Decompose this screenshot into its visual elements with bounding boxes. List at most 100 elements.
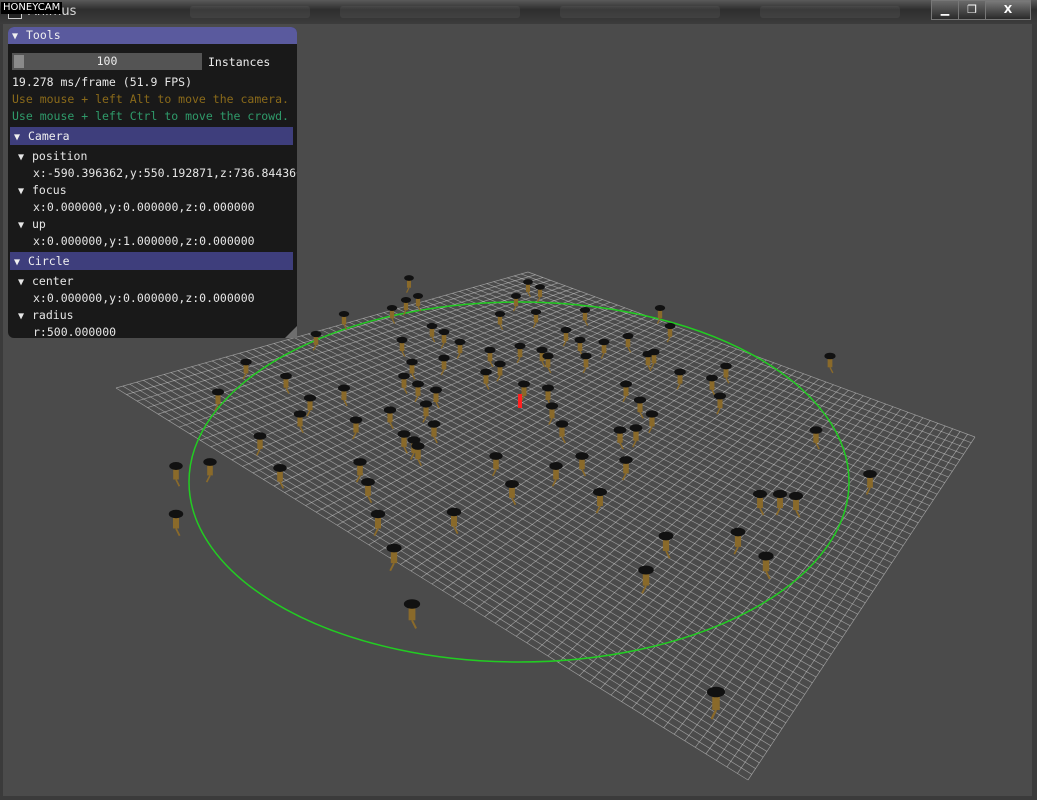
agent-hat [398, 372, 410, 380]
crowd-agent [370, 509, 386, 537]
agent-hat [545, 402, 559, 410]
agent-hat [386, 543, 402, 553]
agent-leg [411, 619, 417, 629]
agent-hat [579, 306, 591, 314]
agent-hat [664, 322, 676, 330]
agent-hat [419, 400, 433, 408]
agent-leg [632, 440, 637, 448]
agent-hat [396, 336, 408, 344]
tools-panel[interactable]: ▼ Tools 100 Instances 19.278 ms/frame (51… [8, 27, 297, 338]
triangle-down-icon: ▼ [14, 257, 21, 268]
agent-hat [494, 360, 506, 368]
agent-leg [417, 458, 423, 467]
camera-up-node[interactable]: ▼ up [18, 217, 46, 231]
agent-hat [411, 442, 425, 450]
agent-hat [575, 452, 589, 460]
agent-leg [716, 407, 721, 415]
camera-position-node[interactable]: ▼ position [18, 149, 87, 163]
crowd-agent [592, 487, 608, 514]
triangle-down-icon: ▼ [18, 277, 25, 288]
agent-leg [829, 367, 834, 374]
agent-hat [752, 489, 768, 499]
circle-radius-node[interactable]: ▼ radius [18, 308, 74, 322]
agent-hat [310, 330, 322, 338]
agent-hat [489, 452, 503, 460]
camera-position-label: position [32, 149, 88, 163]
crowd-agent [203, 458, 217, 483]
agent-hat [383, 406, 397, 414]
agent-hat [518, 380, 530, 388]
agent-hat [446, 507, 462, 517]
grid-line [673, 417, 924, 735]
agent-hat [280, 372, 292, 380]
crowd-agent [403, 599, 421, 629]
camera-focus-value: x:0.000000,y:0.000000,z:0.000000 [33, 200, 255, 214]
agent-hat [514, 342, 526, 350]
crowd-agent [404, 275, 414, 293]
agent-hat [169, 462, 183, 470]
grid-line [514, 275, 968, 449]
crowd-agent [398, 372, 410, 394]
agent-hat [412, 293, 424, 299]
window-controls: ▁ ❐ X [931, 0, 1031, 20]
agent-hat [353, 458, 367, 466]
agent-hat [240, 358, 252, 366]
agent-leg [541, 360, 546, 368]
slider-grab-handle[interactable] [14, 55, 24, 68]
grid-line [500, 279, 960, 461]
crowd-agent [168, 509, 184, 537]
camera-section-header[interactable]: ▼ Camera [10, 127, 293, 145]
agent-hat [361, 477, 375, 487]
tools-panel-header[interactable]: ▼ Tools [8, 27, 297, 44]
agent-hat [370, 509, 386, 519]
crowd-agent [253, 432, 267, 456]
agent-leg [306, 409, 311, 417]
agent-leg [489, 360, 494, 368]
agent-leg [389, 562, 395, 572]
triangle-down-icon: ▼ [18, 186, 25, 197]
agent-hat [454, 338, 466, 346]
agent-hat [505, 479, 519, 489]
camera-hint-text: Use mouse + left Alt to move the camera. [12, 92, 289, 106]
agent-hat [592, 487, 608, 497]
agent-hat [629, 424, 643, 432]
crowd-agent [338, 384, 350, 407]
agent-hat [438, 328, 450, 336]
triangle-down-icon: ▼ [18, 311, 25, 322]
grid-line [737, 434, 968, 774]
camera-focus-node[interactable]: ▼ focus [18, 183, 67, 197]
agent-hat [730, 527, 746, 537]
agent-hat [809, 426, 823, 434]
triangle-down-icon: ▼ [12, 31, 19, 42]
agent-hat [772, 489, 788, 499]
crowd-agent [169, 462, 183, 487]
circle-center-node[interactable]: ▼ center [18, 274, 74, 288]
circle-section-header[interactable]: ▼ Circle [10, 252, 293, 270]
agent-hat [542, 384, 554, 392]
agent-hat [580, 352, 592, 360]
agent-hat [706, 686, 726, 698]
crowd-agent [730, 527, 746, 555]
close-button[interactable]: X [985, 0, 1031, 20]
grid-line [747, 436, 976, 781]
panel-resize-grip[interactable] [285, 326, 297, 338]
agent-hat [400, 297, 412, 303]
grid-line [705, 425, 946, 755]
agent-leg [299, 426, 304, 434]
crowd-agent [674, 368, 686, 390]
agent-hat [403, 599, 421, 609]
agent-hat [404, 275, 414, 281]
triangle-down-icon: ▼ [14, 132, 21, 143]
minimize-button[interactable]: ▁ [931, 0, 959, 20]
agent-hat [555, 420, 569, 428]
crowd-agent [575, 452, 589, 477]
crowd-agent [446, 507, 462, 535]
crowd-agent [619, 456, 633, 481]
instances-slider[interactable]: 100 [12, 53, 202, 70]
agent-leg [175, 528, 181, 537]
camera-up-label: up [32, 217, 46, 231]
agent-leg [491, 468, 497, 477]
agent-leg [403, 387, 408, 394]
maximize-button[interactable]: ❐ [958, 0, 986, 20]
grid-line [472, 287, 945, 484]
